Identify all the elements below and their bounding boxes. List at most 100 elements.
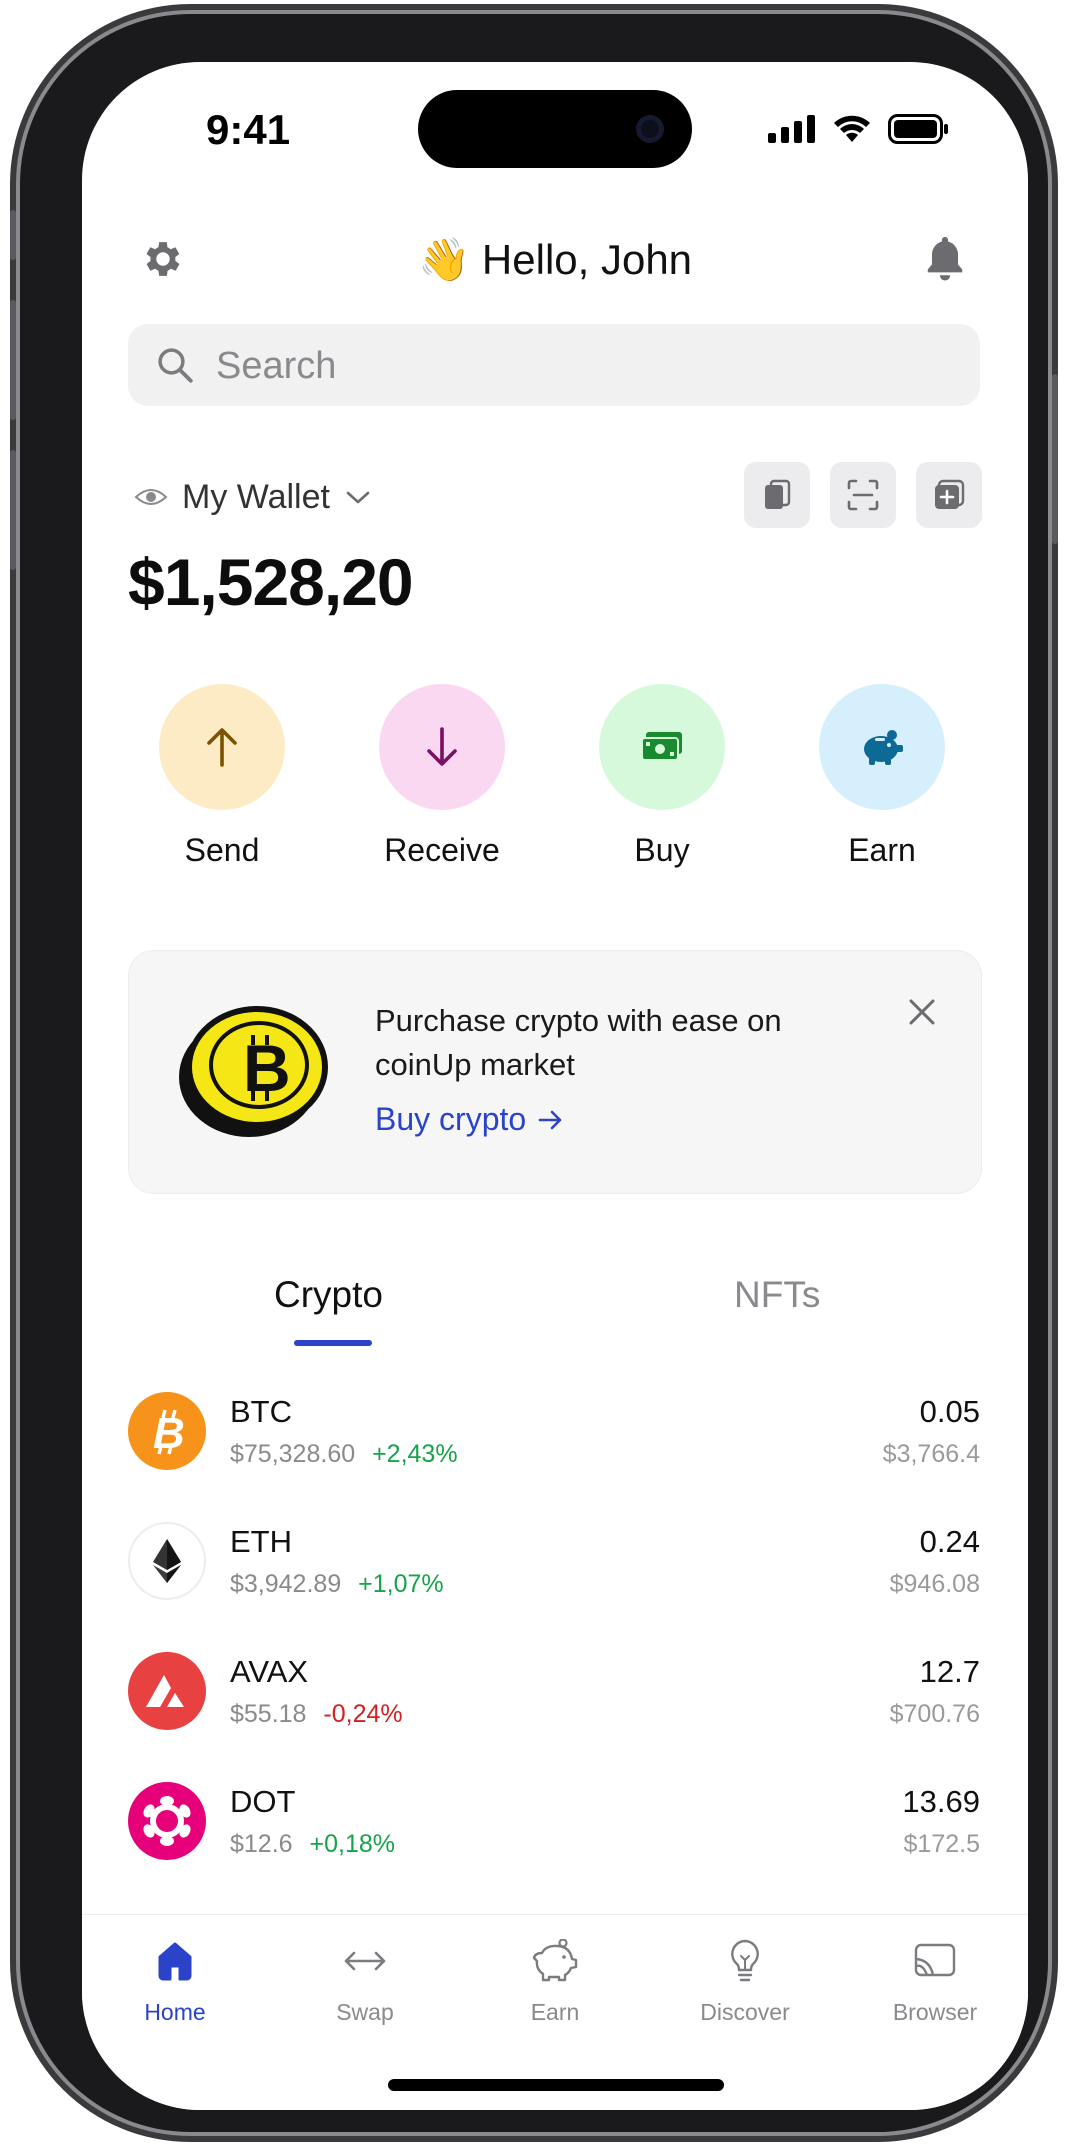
promo-card: B Purchase crypto with ease on coinUp ma… (128, 950, 982, 1194)
search-icon (158, 348, 193, 383)
search-input[interactable] (214, 324, 918, 408)
piggy-bank-icon (532, 1939, 578, 1982)
bitcoin-coin-icon: B (179, 1006, 328, 1137)
earn-label: Earn (848, 832, 916, 868)
copy-icon (765, 479, 791, 509)
camera-icon (636, 115, 664, 143)
header: 👋 Hello, John (82, 222, 1028, 302)
send-circle[interactable] (159, 684, 285, 810)
receive-action[interactable]: Receive (342, 684, 542, 869)
battery-icon (888, 114, 948, 144)
receive-circle[interactable] (379, 684, 505, 810)
buy-circle[interactable] (599, 684, 725, 810)
asset-value: $946.08 (889, 1570, 980, 1598)
swap-icon (344, 1951, 386, 1971)
promo-text: Purchase crypto with ease on coinUp mark… (375, 1003, 782, 1082)
nav-swap[interactable]: Swap (290, 1933, 440, 2026)
asset-tabs: Crypto NFTs (82, 1262, 1028, 1362)
asset-amount: 0.24 (919, 1524, 980, 1559)
wifi-icon (834, 115, 870, 142)
tab-active-indicator (294, 1340, 372, 1346)
asset-price-line: $3,942.89 +1,07% (230, 1570, 444, 1599)
buy-label: Buy (634, 832, 690, 868)
asset-symbol: DOT (230, 1784, 296, 1819)
asset-row-avax[interactable]: AVAX $55.18 -0,24% 12.7 $700.76 (128, 1652, 980, 1782)
home-indicator[interactable] (388, 2079, 724, 2091)
add-wallet-button[interactable] (916, 462, 982, 528)
wallet-selector[interactable]: My Wallet (134, 472, 372, 522)
wallet-actions (744, 462, 982, 528)
screen: 9:41 👋 Hello, John Search My Wallet $1,5… (82, 62, 1028, 2110)
send-action[interactable]: Send (122, 684, 322, 869)
asset-value: $172.5 (903, 1830, 980, 1858)
phone-frame: 9:41 👋 Hello, John Search My Wallet $1,5… (10, 14, 1058, 2132)
asset-value: $3,766.4 (882, 1440, 980, 1468)
asset-amount: 13.69 (902, 1784, 980, 1819)
asset-change: +2,43% (372, 1440, 458, 1468)
chevron-down-icon[interactable] (344, 487, 372, 507)
buy-crypto-label: Buy crypto (375, 1101, 527, 1137)
asset-price-line: $55.18 -0,24% (230, 1700, 403, 1729)
nav-earn-label: Earn (530, 1999, 580, 2025)
asset-row-btc[interactable]: B BTC $75,328.60 +2,43% 0.05 $3,766.4 (128, 1392, 980, 1522)
btc-logo-icon: B (128, 1392, 206, 1470)
nav-discover-label: Discover (700, 1999, 790, 2025)
nav-home-label: Home (144, 1999, 206, 2025)
nav-browser[interactable]: Browser (860, 1933, 1010, 2026)
asset-row-dot[interactable]: DOT $12.6 +0,18% 13.69 $172.5 (128, 1782, 980, 1912)
bottom-tab-bar: Home Swap Earn Discover Browser (82, 1914, 1028, 2110)
power-button (1052, 374, 1058, 544)
arrow-right-icon (538, 1110, 562, 1129)
home-icon (158, 1942, 192, 1981)
search-bar[interactable] (128, 324, 980, 408)
asset-amount: 12.7 (919, 1654, 980, 1689)
copy-button[interactable] (744, 462, 810, 528)
buy-action[interactable]: Buy (562, 684, 762, 869)
receive-label: Receive (384, 832, 500, 868)
greeting-text: Hello, John (481, 236, 693, 283)
status-time: 9:41 (206, 106, 291, 153)
asset-price-line: $12.6 +0,18% (230, 1830, 395, 1859)
wallet-name: My Wallet (182, 477, 330, 516)
volume-down-button (10, 450, 16, 570)
piggy-bank-icon (864, 730, 903, 765)
asset-change: +0,18% (309, 1830, 396, 1858)
asset-row-eth[interactable]: ETH $3,942.89 +1,07% 0.24 $946.08 (128, 1522, 980, 1652)
asset-symbol: BTC (230, 1394, 292, 1429)
asset-change: +1,07% (358, 1570, 444, 1598)
nav-browser-label: Browser (892, 1999, 978, 2025)
nav-home[interactable]: Home (100, 1933, 250, 2026)
asset-list: B BTC $75,328.60 +2,43% 0.05 $3,766.4 ET… (128, 1392, 980, 1912)
greeting: 👋 Hello, John (82, 236, 1028, 285)
arrow-down-icon (427, 727, 457, 766)
scan-button[interactable] (830, 462, 896, 528)
mute-switch (10, 210, 16, 260)
asset-value: $700.76 (889, 1700, 980, 1728)
asset-price: $75,328.60 (230, 1440, 356, 1468)
avax-logo-icon (128, 1652, 206, 1730)
tab-crypto[interactable]: Crypto (274, 1274, 383, 1316)
asset-price: $3,942.89 (230, 1570, 342, 1598)
asset-price: $12.6 (230, 1830, 293, 1858)
cash-icon (641, 732, 682, 761)
buy-crypto-link[interactable]: Buy crypto (375, 1101, 564, 1138)
asset-symbol: AVAX (230, 1654, 309, 1689)
nav-discover[interactable]: Discover (670, 1933, 820, 2026)
waving-hand-icon: 👋 (417, 236, 471, 283)
close-icon[interactable] (905, 995, 939, 1029)
nav-swap-label: Swap (336, 1999, 394, 2025)
asset-price: $55.18 (230, 1700, 307, 1728)
bell-icon[interactable] (922, 234, 968, 284)
browser-icon (914, 1943, 956, 1977)
arrow-up-icon (207, 728, 237, 767)
dot-logo-icon (128, 1782, 206, 1860)
volume-up-button (10, 300, 16, 420)
scan-icon (847, 479, 879, 511)
nav-earn[interactable]: Earn (480, 1933, 630, 2026)
earn-action[interactable]: Earn (782, 684, 982, 869)
earn-circle[interactable] (819, 684, 945, 810)
asset-symbol: ETH (230, 1524, 292, 1559)
eye-icon[interactable] (134, 485, 168, 509)
add-icon (935, 479, 965, 509)
tab-nfts[interactable]: NFTs (734, 1274, 820, 1316)
